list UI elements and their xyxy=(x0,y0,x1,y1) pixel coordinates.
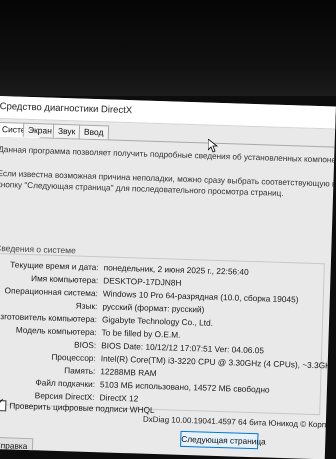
info-label: Операционная система: xyxy=(4,285,99,299)
info-value: To be filled by O.E.M. xyxy=(101,327,181,340)
info-value: DirectX 12 xyxy=(99,392,139,404)
tab-input[interactable]: Ввод xyxy=(78,124,109,140)
dxdiag-window: Средство диагностики DirectX Система Экр… xyxy=(0,96,336,459)
info-label: Память: xyxy=(64,365,96,377)
next-page-button[interactable]: Следующая страница xyxy=(180,430,266,450)
checkmark-icon: ✓ xyxy=(0,397,5,409)
mouse-cursor-icon xyxy=(208,139,218,153)
info-label: Имя компьютера: xyxy=(30,273,99,286)
tab-sound[interactable]: Звук xyxy=(52,123,81,139)
info-label: Версия DirectX: xyxy=(34,390,95,403)
info-value: русский (формат: русский) xyxy=(102,301,205,315)
window-title: Средство диагностики DirectX xyxy=(0,100,133,117)
info-label: Процессор: xyxy=(51,351,96,364)
info-label: BIOS: xyxy=(73,339,97,351)
help-button[interactable]: Справка xyxy=(0,436,34,455)
info-value: Gigabyte Technology Co., Ltd. xyxy=(101,314,214,328)
description-line-1: Данная программа позволяет получить подр… xyxy=(0,144,336,166)
info-label: Текущие время и дата: xyxy=(10,259,99,273)
monitor-bezel xyxy=(0,0,336,96)
info-label: Изготовитель компьютера: xyxy=(0,310,98,325)
info-label: Модель компьютера: xyxy=(15,324,97,338)
info-label: Язык: xyxy=(75,300,98,312)
info-value: DESKTOP-17DJN8H xyxy=(103,275,182,288)
info-value: 12288MB RAM xyxy=(100,366,157,379)
info-label: Файл подкачки: xyxy=(35,377,96,390)
dxdiag-version-info: DxDiag 10.00.19041.4597 64 бита Юникод ©… xyxy=(142,414,336,430)
